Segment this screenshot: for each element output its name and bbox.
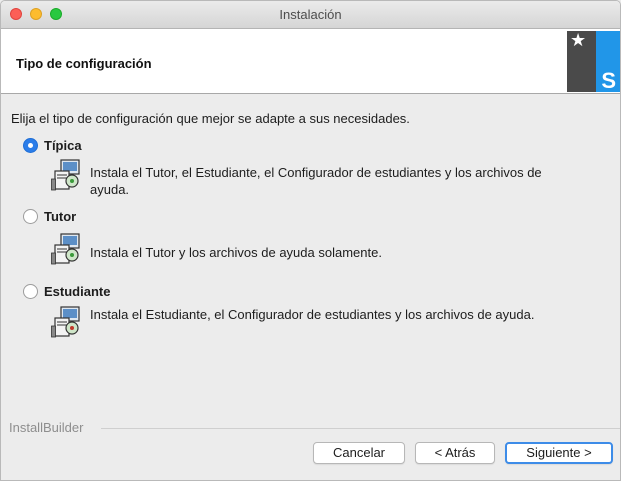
star-icon: ★	[570, 31, 587, 50]
back-button[interactable]: < Atrás	[415, 442, 495, 464]
option-label[interactable]: Típica	[44, 138, 82, 153]
option-label[interactable]: Estudiante	[44, 284, 110, 299]
instructions-text: Elija el tipo de configuración que mejor…	[11, 111, 410, 126]
cancel-button[interactable]: Cancelar	[313, 442, 405, 464]
footer-divider	[101, 428, 620, 429]
installbuilder-brand: InstallBuilder	[9, 420, 90, 435]
install-package-icon	[51, 159, 80, 191]
install-package-icon	[51, 233, 80, 265]
title-bar[interactable]: Instalación	[1, 1, 620, 29]
option-description: Instala el Estudiante, el Configurador d…	[90, 307, 535, 322]
logo-letter: S	[601, 68, 616, 92]
next-button[interactable]: Siguiente >	[505, 442, 613, 464]
option-description: Instala el Tutor, el Estudiante, el Conf…	[90, 165, 542, 197]
option-description: Instala el Tutor y los archivos de ayuda…	[90, 245, 382, 260]
installer-window: Instalación Tipo de configuración ★ S El…	[0, 0, 621, 481]
radio-tutor[interactable]	[23, 209, 38, 224]
window-title: Instalación	[279, 7, 342, 22]
install-package-icon	[51, 306, 80, 338]
radio-estudiante[interactable]	[23, 284, 38, 299]
page-title: Tipo de configuración	[16, 56, 152, 71]
radio-tipica[interactable]	[23, 138, 38, 153]
option-label[interactable]: Tutor	[44, 209, 76, 224]
header-panel: Tipo de configuración ★ S	[1, 29, 620, 94]
installbuilder-logo: ★ S	[567, 31, 620, 92]
